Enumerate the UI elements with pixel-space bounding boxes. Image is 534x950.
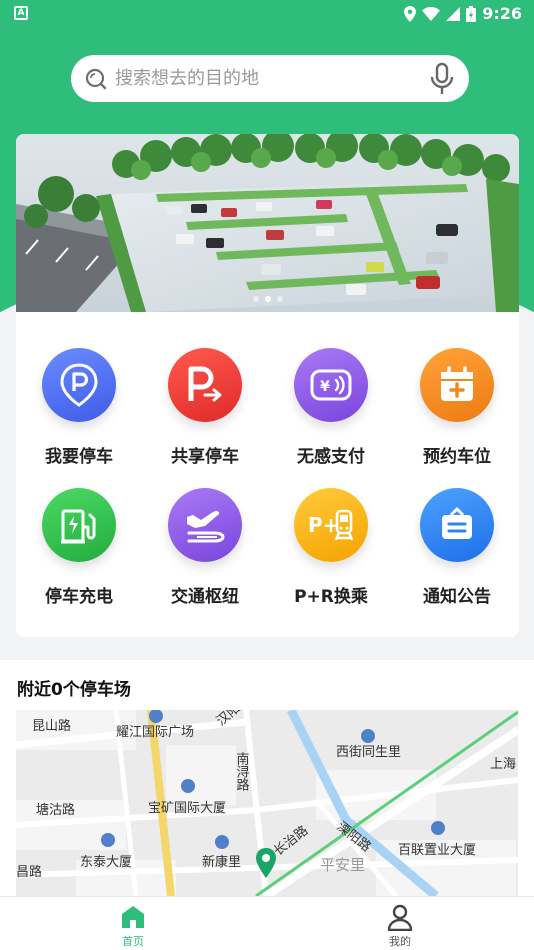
service-shared-parking[interactable]: 共享停车 — [142, 348, 268, 488]
service-label: 无感支付 — [297, 447, 365, 467]
banner-carousel[interactable] — [16, 134, 519, 312]
parking-pin-icon — [42, 348, 116, 422]
map-label-yaojiang: 耀江国际广场 — [116, 725, 194, 740]
search-input[interactable] — [115, 68, 429, 89]
tab-home[interactable]: 首页 — [93, 897, 173, 950]
wifi-icon — [422, 6, 441, 21]
shared-parking-icon — [168, 348, 242, 422]
map-label-xijie: 西街同生里 — [336, 745, 401, 760]
service-notice[interactable]: 通知公告 — [394, 488, 519, 628]
service-transport-hub[interactable]: 交通枢纽 — [142, 488, 268, 628]
map-label-nanxun: 南浔路 — [234, 751, 250, 791]
calendar-plus-icon — [420, 348, 494, 422]
map-label-xinkang: 新康里 — [202, 854, 241, 870]
tab-mine[interactable]: 我的 — [360, 897, 440, 950]
home-icon — [122, 906, 144, 928]
search-icon — [85, 68, 107, 89]
service-label: 停车充电 — [45, 587, 113, 607]
service-park-now[interactable]: 我要停车 — [16, 348, 142, 488]
ev-charging-icon — [42, 488, 116, 562]
carousel-dot[interactable] — [276, 296, 283, 302]
status-bar: A 9:26 — [0, 0, 534, 28]
map-label-pingan: 平安里 — [320, 856, 365, 874]
location-icon — [404, 5, 417, 22]
notice-icon — [420, 488, 494, 562]
main-card: 我要停车 共享停车 ¥ 无感支付 预约车位 停车充电 交通枢纽 P+ P+R换乘… — [16, 134, 519, 637]
tab-mine-label: 我的 — [389, 935, 411, 948]
service-park-and-ride[interactable]: P+ P+R换乘 — [268, 488, 394, 628]
battery-icon — [466, 5, 477, 22]
map-label-changlu: 昌路 — [16, 864, 42, 880]
user-icon — [387, 904, 413, 931]
contactless-pay-icon: ¥ — [294, 348, 368, 422]
svg-text:P+: P+ — [308, 513, 339, 537]
svg-text:¥: ¥ — [320, 379, 330, 395]
service-label: 通知公告 — [423, 587, 491, 607]
service-label: 我要停车 — [45, 447, 113, 467]
map-view[interactable]: 昆山路 耀江国际广场 汉阳 南浔路 西街同生里 上海 塘沽路 宝矿国际大厦 长治… — [16, 710, 518, 896]
nearby-parking-title: 附近0个停车场 — [17, 680, 131, 700]
map-label-kunshan: 昆山路 — [32, 718, 71, 734]
carousel-dot-active[interactable] — [264, 296, 271, 302]
signal-icon — [446, 6, 461, 21]
clock: 9:26 — [482, 4, 522, 23]
service-ev-charging[interactable]: 停车充电 — [16, 488, 142, 628]
service-label: 预约车位 — [423, 447, 491, 467]
microphone-icon[interactable] — [429, 62, 455, 96]
service-reserve-spot[interactable]: 预约车位 — [394, 348, 519, 488]
search-bar[interactable] — [71, 55, 469, 102]
map-label-dongtai: 东泰大厦 — [80, 855, 132, 870]
status-icons: 9:26 — [404, 4, 522, 23]
app-notification-icon: A — [14, 6, 28, 20]
nearby-parking-section: 附近0个停车场 昆山路 耀江国际广场 汉阳 南浔路 西街同生里 上海 塘沽路 宝… — [0, 660, 534, 896]
carousel-indicator — [252, 296, 283, 302]
map-label-baokuang: 宝矿国际大厦 — [148, 801, 226, 816]
park-ride-icon: P+ — [294, 488, 368, 562]
map-label-tanggu: 塘沽路 — [36, 802, 75, 818]
plane-train-icon — [168, 488, 242, 562]
service-contactless-pay[interactable]: ¥ 无感支付 — [268, 348, 394, 488]
parking-lot-render-image — [16, 134, 519, 312]
service-label: 交通枢纽 — [171, 587, 239, 607]
service-grid: 我要停车 共享停车 ¥ 无感支付 预约车位 停车充电 交通枢纽 P+ P+R换乘… — [16, 312, 519, 637]
map-label-shanghai: 上海 — [490, 757, 516, 772]
map-label-bailian: 百联置业大厦 — [398, 843, 476, 858]
service-label: P+R换乘 — [294, 587, 368, 607]
tab-home-label: 首页 — [122, 935, 144, 948]
bottom-tab-bar: 首页 我的 — [0, 896, 534, 950]
service-label: 共享停车 — [171, 447, 239, 467]
carousel-dot[interactable] — [252, 296, 259, 302]
